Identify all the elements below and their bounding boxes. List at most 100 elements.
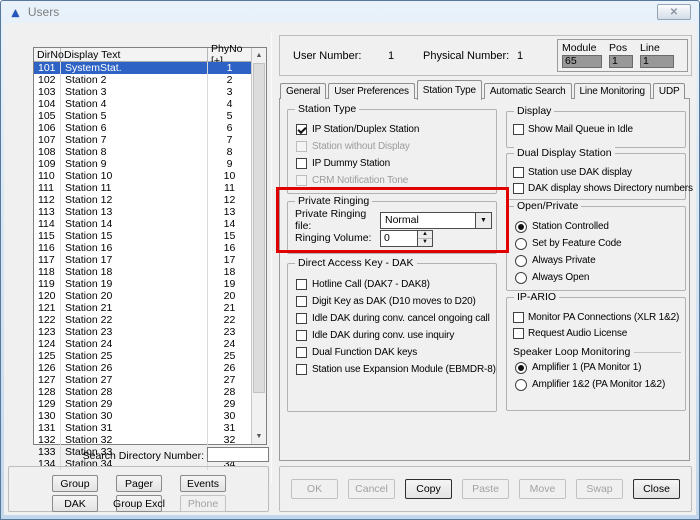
user-list-row[interactable]: 103 Station 3 3: [34, 86, 251, 98]
user-list-row[interactable]: 129 Station 29 29: [34, 398, 251, 410]
dialog-button[interactable]: Cancel: [348, 479, 395, 499]
checkbox-row[interactable]: Idle DAK during conv. cancel ongoing cal…: [288, 310, 496, 327]
user-list-row[interactable]: 116 Station 16 16: [34, 242, 251, 254]
radio-row[interactable]: Amplifier 1&2 (PA Monitor 1&2): [507, 376, 685, 393]
user-list-row[interactable]: 132 Station 32 32: [34, 434, 251, 446]
user-list-row[interactable]: 119 Station 19 19: [34, 278, 251, 290]
dialog-button[interactable]: Move: [519, 479, 566, 499]
checkbox-row[interactable]: Dual Function DAK keys: [288, 344, 496, 361]
tab[interactable]: Line Monitoring: [574, 83, 651, 99]
dialog-button[interactable]: OK: [291, 479, 338, 499]
user-list-row[interactable]: 128 Station 28 28: [34, 386, 251, 398]
display-text-cell: Station 18: [61, 266, 208, 278]
spin-down-icon[interactable]: ▼: [418, 239, 432, 246]
user-list-row[interactable]: 123 Station 23 23: [34, 326, 251, 338]
user-list-row[interactable]: 106 Station 6 6: [34, 122, 251, 134]
column-header-display-text[interactable]: Display Text: [61, 48, 208, 61]
dual-display-station-group: Dual Display Station Station use DAK dis…: [506, 153, 686, 200]
user-list-row[interactable]: 102 Station 2 2: [34, 74, 251, 86]
dirno-cell: 121: [34, 302, 61, 314]
scrollbar-thumb[interactable]: [253, 63, 265, 393]
user-list-row[interactable]: 127 Station 27 27: [34, 374, 251, 386]
user-list-row[interactable]: 120 Station 20 20: [34, 290, 251, 302]
ringing-volume-field[interactable]: 0: [380, 230, 418, 247]
user-list-row[interactable]: 126 Station 26 26: [34, 362, 251, 374]
checkbox-row[interactable]: Monitor PA Connections (XLR 1&2): [507, 309, 685, 325]
panel-button[interactable]: Group: [52, 475, 98, 492]
column-header-dirno[interactable]: DirNo: [34, 48, 61, 61]
checkbox-row[interactable]: Digit Key as DAK (D10 moves to D20): [288, 293, 496, 310]
user-list-row[interactable]: 122 Station 22 22: [34, 314, 251, 326]
panel-button[interactable]: Phone: [180, 495, 226, 512]
checkbox-row[interactable]: IP Dummy Station: [288, 155, 496, 172]
scroll-down-icon[interactable]: ▼: [252, 429, 266, 444]
tab[interactable]: Automatic Search: [484, 83, 572, 99]
panel-button[interactable]: Group Excl: [116, 495, 162, 512]
tab[interactable]: User Preferences: [328, 83, 415, 99]
dialog-button[interactable]: Close: [633, 479, 680, 499]
checkbox-row[interactable]: CRM Notification Tone: [288, 172, 496, 189]
checkbox-row[interactable]: Station without Display: [288, 138, 496, 155]
radio-icon: [515, 362, 527, 374]
checkbox-row[interactable]: DAK display shows Directory numbers: [507, 180, 685, 196]
user-list-row[interactable]: 131 Station 31 31: [34, 422, 251, 434]
panel-button[interactable]: Events: [180, 475, 226, 492]
user-list-row[interactable]: 117 Station 17 17: [34, 254, 251, 266]
private-ringing-file-dropdown[interactable]: Normal ▼: [380, 212, 492, 229]
checkbox-row[interactable]: Show Mail Queue in Idle: [507, 121, 685, 137]
spin-up-icon[interactable]: ▲: [418, 231, 432, 239]
radio-row[interactable]: Always Open: [507, 269, 685, 286]
radio-row[interactable]: Set by Feature Code: [507, 235, 685, 252]
speaker-loop-monitoring-header: Speaker Loop Monitoring: [507, 345, 685, 359]
checkbox-row[interactable]: Station use Expansion Module (EBMDR-8): [288, 361, 496, 378]
button-label: OK: [307, 483, 322, 495]
user-list-row[interactable]: 113 Station 13 13: [34, 206, 251, 218]
user-list-row[interactable]: 110 Station 10 10: [34, 170, 251, 182]
user-list-row[interactable]: 111 Station 11 11: [34, 182, 251, 194]
user-list-row[interactable]: 121 Station 21 21: [34, 302, 251, 314]
column-header-phyno[interactable]: PhyNo [+]: [208, 48, 251, 61]
checkbox-row[interactable]: Hotline Call (DAK7 - DAK8): [288, 276, 496, 293]
panel-button[interactable]: Pager: [116, 475, 162, 492]
button-label: Group Excl: [113, 498, 165, 510]
checkbox-row[interactable]: IP Station/Duplex Station: [288, 121, 496, 138]
search-directory-input[interactable]: [207, 447, 269, 462]
user-list-row[interactable]: 130 Station 30 30: [34, 410, 251, 422]
user-list-row[interactable]: 112 Station 12 12: [34, 194, 251, 206]
radio-row[interactable]: Always Private: [507, 252, 685, 269]
checkbox-label: IP Dummy Station: [312, 158, 390, 169]
chevron-down-icon[interactable]: ▼: [475, 213, 491, 228]
checkbox-row[interactable]: Idle DAK during conv. use inquiry: [288, 327, 496, 344]
radio-row[interactable]: Amplifier 1 (PA Monitor 1): [507, 359, 685, 376]
tab[interactable]: UDP: [653, 83, 686, 99]
open-private-group: Open/Private Station Controlled Set by F…: [506, 206, 686, 291]
close-button[interactable]: ✕: [657, 4, 691, 20]
button-label: Events: [187, 478, 219, 490]
scroll-up-icon[interactable]: ▲: [252, 48, 266, 63]
dialog-button[interactable]: Copy: [405, 479, 452, 499]
user-list-row[interactable]: 114 Station 14 14: [34, 218, 251, 230]
checkbox-row[interactable]: Request Audio License: [507, 325, 685, 341]
radio-row[interactable]: Station Controlled: [507, 218, 685, 235]
user-list-row[interactable]: 104 Station 4 4: [34, 98, 251, 110]
display-text-cell: Station 2: [61, 74, 208, 86]
title-bar[interactable]: ▲ Users: [1, 1, 699, 23]
panel-button[interactable]: DAK: [52, 495, 98, 512]
user-list-row[interactable]: 108 Station 8 8: [34, 146, 251, 158]
display-text-cell: Station 12: [61, 194, 208, 206]
dialog-button-panel: OK Cancel Copy Paste Move Swap Close: [279, 466, 692, 512]
dialog-button[interactable]: Paste: [462, 479, 509, 499]
user-list-row[interactable]: 124 Station 24 24: [34, 338, 251, 350]
user-list-row[interactable]: 101 SystemStat. 1: [34, 62, 251, 74]
tab[interactable]: General: [280, 83, 326, 99]
user-list-row[interactable]: 115 Station 15 15: [34, 230, 251, 242]
tab[interactable]: Station Type: [417, 80, 482, 100]
user-list-row[interactable]: 125 Station 25 25: [34, 350, 251, 362]
dialog-button[interactable]: Swap: [576, 479, 623, 499]
list-scrollbar[interactable]: ▲ ▼: [251, 48, 266, 444]
user-list-row[interactable]: 109 Station 9 9: [34, 158, 251, 170]
user-list-row[interactable]: 107 Station 7 7: [34, 134, 251, 146]
user-list-row[interactable]: 105 Station 5 5: [34, 110, 251, 122]
checkbox-row[interactable]: Station use DAK display: [507, 164, 685, 180]
user-list-row[interactable]: 118 Station 18 18: [34, 266, 251, 278]
